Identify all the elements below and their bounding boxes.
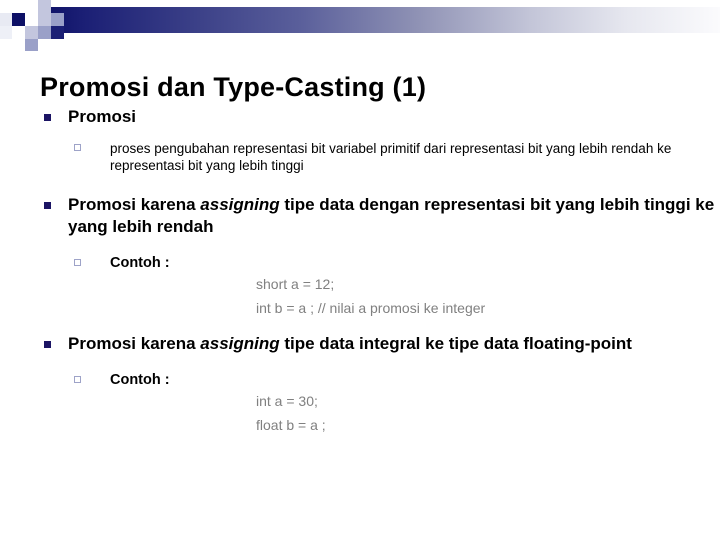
slide-title: Promosi dan Type-Casting (1) xyxy=(40,72,427,102)
deco-square-8 xyxy=(51,13,64,26)
bullet-text-part-a: Promosi karena xyxy=(68,333,201,353)
header-gradient-bar xyxy=(43,7,720,33)
bullet-level1-text: Promosi xyxy=(68,107,137,126)
contoh-label: Contoh : xyxy=(110,371,170,388)
deco-square-4 xyxy=(38,0,51,13)
code-block-1: short a = 12; int b = a ; // nilai a pro… xyxy=(0,272,720,320)
deco-square-13 xyxy=(51,26,64,39)
bullet-text-part-b: tipe data integral ke tipe data floating… xyxy=(279,333,632,353)
bullet-level1-promosi-assigning-float: Promosi karena assigning tipe data integ… xyxy=(0,333,720,355)
bullet-level2-contoh-1: Contoh : xyxy=(0,254,720,273)
square-bullet-icon xyxy=(44,201,51,209)
hollow-square-bullet-icon xyxy=(74,258,81,266)
deco-square-9 xyxy=(0,26,12,39)
deco-square-7 xyxy=(38,13,51,26)
code-line: int a = 30; xyxy=(256,393,318,410)
code-line: float b = a ; xyxy=(256,417,326,434)
contoh-label: Contoh : xyxy=(110,254,170,271)
bullet-text-italic: assigning xyxy=(200,333,280,353)
slide-body: Promosi proses pengubahan representasi b… xyxy=(0,106,720,437)
bullet-level2-contoh-2: Contoh : xyxy=(0,371,720,390)
deco-square-12 xyxy=(38,26,51,39)
bullet-level1-promosi-assigning-turun: Promosi karena assigning tipe data denga… xyxy=(0,194,720,238)
square-bullet-icon xyxy=(44,114,51,121)
deco-square-15 xyxy=(38,39,51,51)
deco-square-14 xyxy=(25,39,38,51)
deco-square-1 xyxy=(12,0,25,13)
deco-square-2 xyxy=(0,13,12,26)
deco-square-10 xyxy=(12,26,25,39)
hollow-square-bullet-icon xyxy=(74,144,81,152)
deco-square-11 xyxy=(25,26,38,39)
square-bullet-icon xyxy=(44,340,51,348)
bullet-level2-text: proses pengubahan representasi bit varia… xyxy=(110,141,672,174)
bullet-level1-promosi: Promosi xyxy=(0,106,720,128)
bullet-text-part-a: Promosi karena xyxy=(68,194,201,214)
bullet-level2-definisi: proses pengubahan representasi bit varia… xyxy=(0,140,720,175)
slide-header-decoration xyxy=(0,0,720,51)
deco-square-6 xyxy=(25,13,38,26)
code-line: int b = a ; // nilai a promosi ke intege… xyxy=(256,300,486,317)
hollow-square-bullet-icon xyxy=(74,375,81,383)
code-block-2: int a = 30; float b = a ; xyxy=(0,389,720,437)
deco-square-3 xyxy=(25,0,38,13)
deco-square-5 xyxy=(12,13,25,26)
code-line: short a = 12; xyxy=(256,276,335,293)
bullet-text-italic: assigning xyxy=(200,194,280,214)
